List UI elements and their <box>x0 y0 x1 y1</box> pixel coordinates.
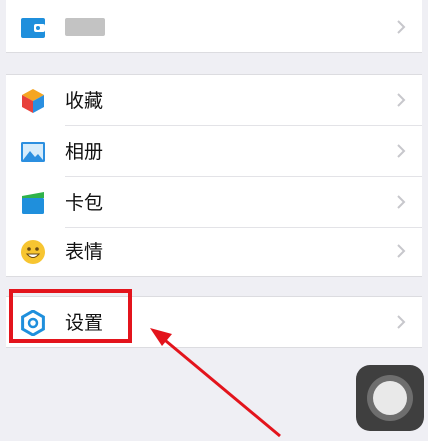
group-divider <box>6 52 422 53</box>
menu-item-favorites[interactable]: 收藏 <box>6 75 422 125</box>
menu-item-label: 收藏 <box>65 90 104 112</box>
wallet-row[interactable] <box>6 2 422 52</box>
smiley-icon <box>21 240 45 264</box>
menu-item-cards[interactable]: 卡包 <box>6 177 422 227</box>
wallet-icon <box>21 18 45 38</box>
chevron-right-icon <box>397 315 406 329</box>
menu-item-album[interactable]: 相册 <box>6 126 422 176</box>
cube-icon <box>22 89 44 113</box>
chevron-right-icon <box>397 244 406 258</box>
card-icon <box>22 192 44 214</box>
group-divider <box>6 347 422 348</box>
assistive-touch-core <box>373 381 407 415</box>
chevron-right-icon <box>397 20 406 34</box>
assistive-touch-button[interactable] <box>356 365 424 431</box>
image-icon <box>21 142 45 162</box>
menu-item-label: 相册 <box>65 141 104 163</box>
menu-item-label: 卡包 <box>65 192 104 214</box>
wallet-label-redacted <box>65 18 105 36</box>
chevron-right-icon <box>397 144 406 158</box>
wallet-group <box>6 0 422 52</box>
wechat-me-page: { "top_row": { "label": "" }, "menu": { … <box>0 0 428 441</box>
group-divider <box>6 276 422 277</box>
annotation-highlight-box <box>9 289 132 343</box>
chevron-right-icon <box>397 93 406 107</box>
menu-item-label: 表情 <box>65 241 104 263</box>
chevron-right-icon <box>397 195 406 209</box>
menu-group: 收藏 相册 卡包 表情 <box>6 75 422 276</box>
menu-item-stickers[interactable]: 表情 <box>6 226 422 276</box>
